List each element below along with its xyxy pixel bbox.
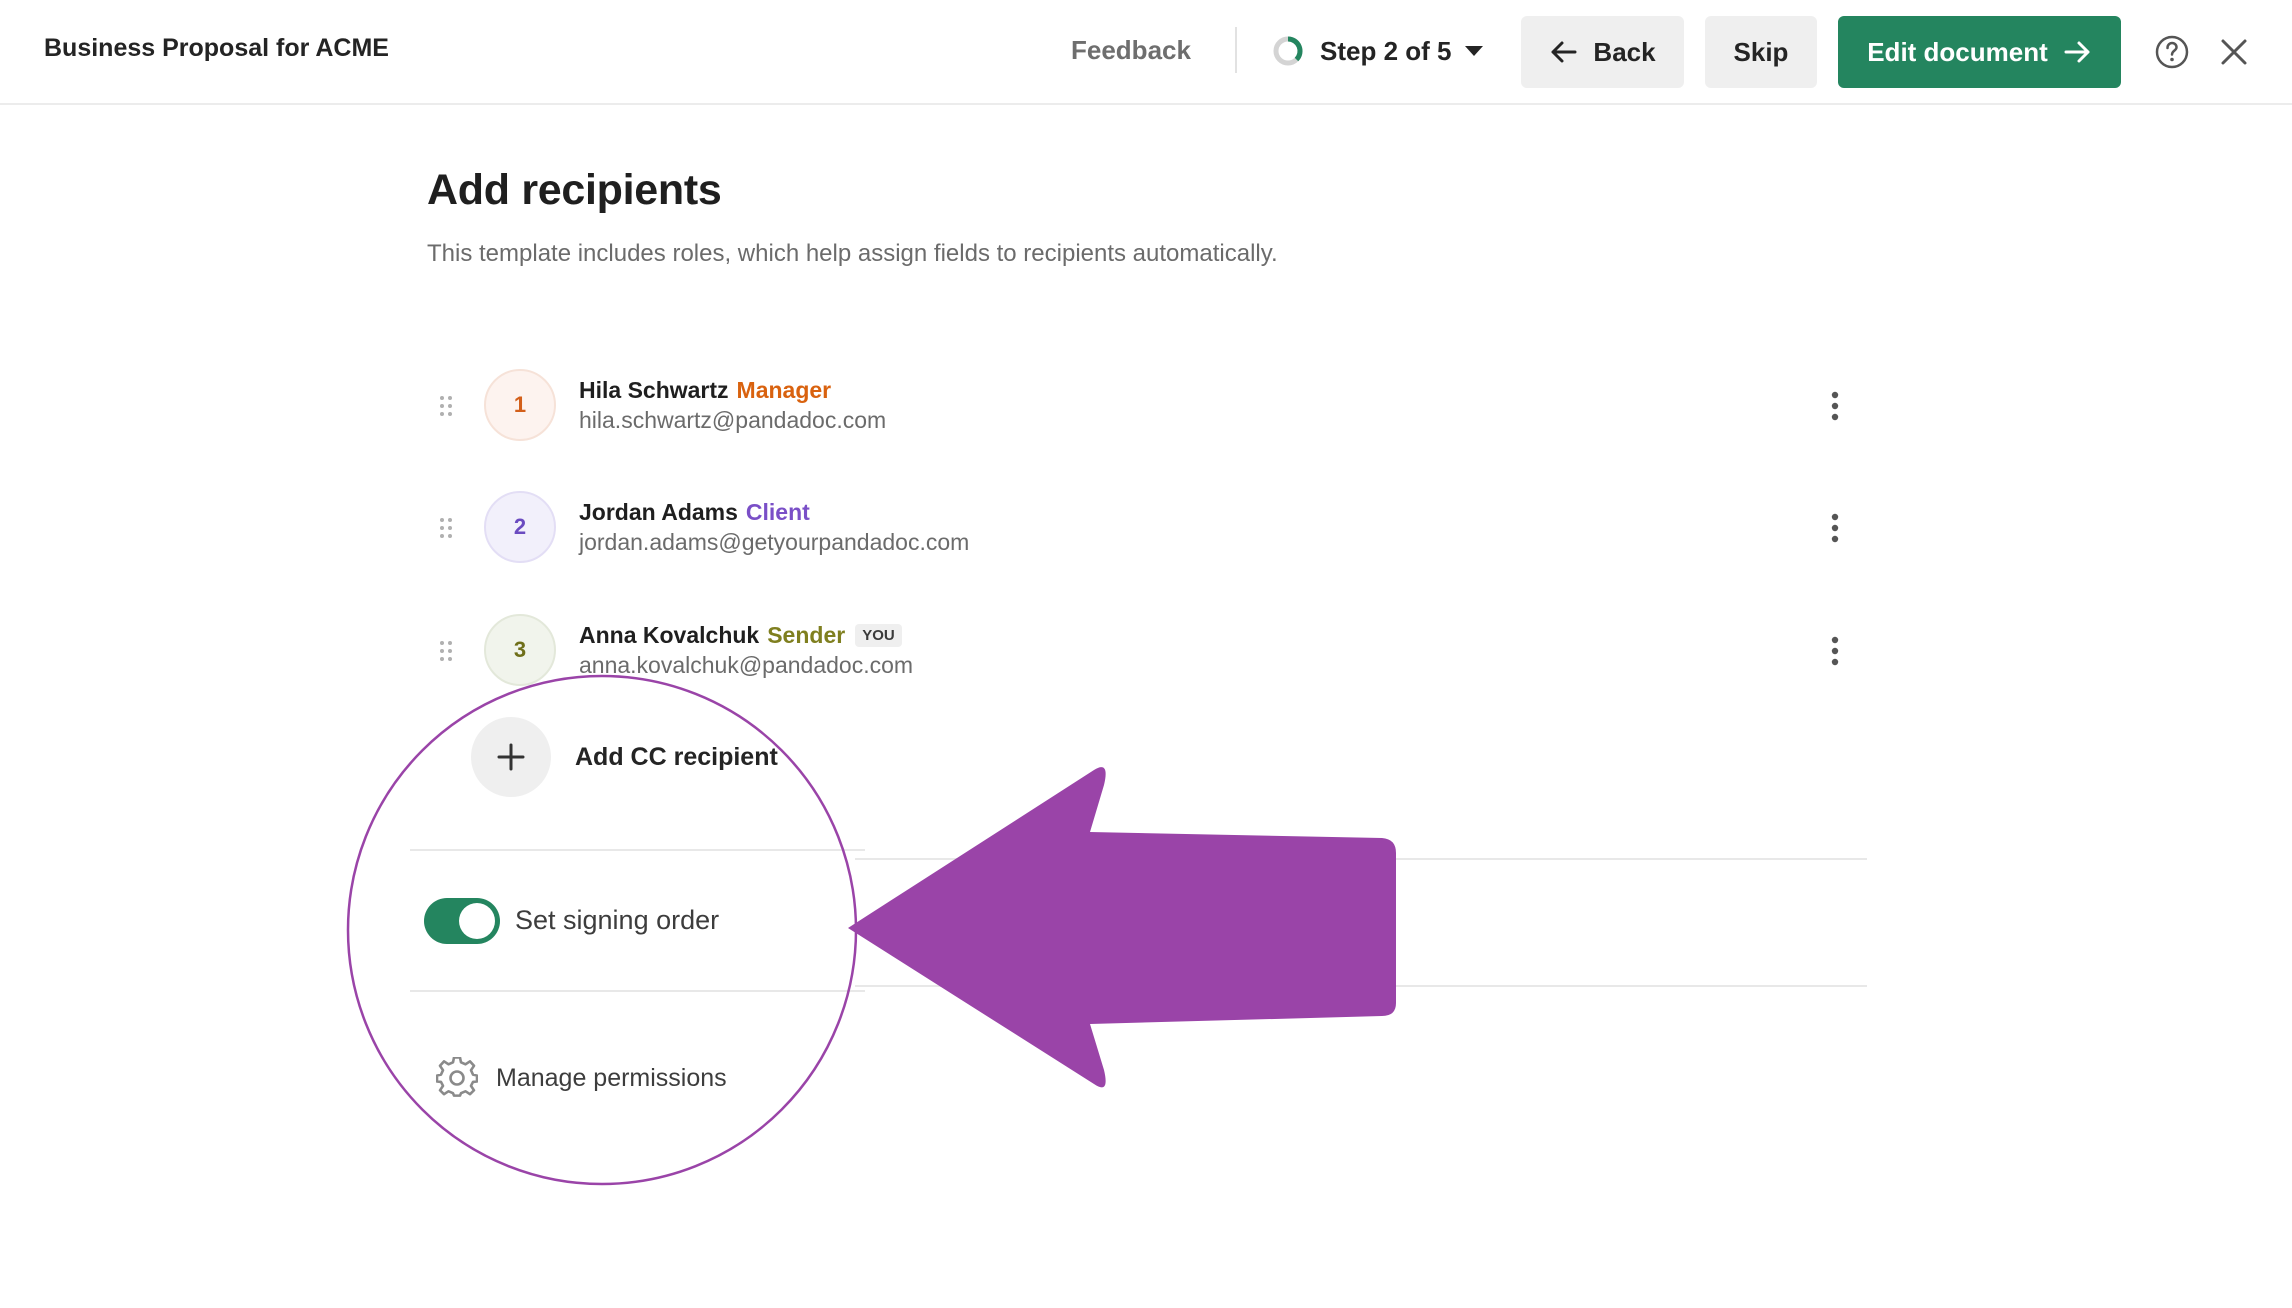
recipient-name-line: Jordan Adams Client: [579, 499, 810, 526]
step-dropdown[interactable]: Step 2 of 5: [1272, 34, 1484, 68]
add-cc-label: Add CC recipient: [575, 742, 778, 771]
skip-button-label: Skip: [1733, 36, 1789, 67]
recipient-name-line: Anna Kovalchuk Sender YOU: [579, 622, 902, 649]
skip-button[interactable]: Skip: [1705, 16, 1817, 88]
close-icon[interactable]: [2220, 38, 2248, 66]
edit-document-button[interactable]: Edit document: [1838, 16, 2121, 88]
kebab-menu-icon[interactable]: [1829, 513, 1841, 543]
recipient-role: Client: [745, 499, 810, 525]
feedback-link[interactable]: Feedback: [1071, 35, 1191, 66]
recipient-row: 1 Hila Schwartz Manager hila.schwartz@pan…: [427, 369, 1867, 449]
drag-handle-icon[interactable]: [439, 640, 453, 662]
page-subtitle: This template includes roles, which help…: [427, 240, 1278, 267]
page-title: Add recipients: [427, 166, 722, 214]
recipient-order-badge: 1: [484, 369, 556, 441]
arrow-left-icon: [1551, 41, 1577, 63]
drag-handle-icon[interactable]: [439, 517, 453, 539]
kebab-menu-icon[interactable]: [1829, 391, 1841, 421]
recipient-email: jordan.adams@getyourpandadoc.com: [579, 529, 970, 555]
back-button-label: Back: [1593, 36, 1656, 67]
divider: [410, 849, 865, 851]
recipient-email: hila.schwartz@pandadoc.com: [579, 407, 887, 433]
kebab-menu-icon[interactable]: [1829, 636, 1841, 666]
divider: [410, 990, 865, 992]
progress-ring-icon: [1273, 36, 1303, 66]
recipient-name: Anna Kovalchuk: [579, 622, 760, 648]
divider: [855, 858, 1867, 860]
recipient-row: 3 Anna Kovalchuk Sender YOU anna.kovalchuk…: [427, 614, 1867, 694]
header-divider: [1235, 27, 1237, 73]
drag-handle-icon[interactable]: [439, 395, 453, 417]
add-cc-recipient-button[interactable]: Add CC recipient: [471, 717, 778, 797]
recipient-email: anna.kovalchuk@pandadoc.com: [579, 652, 914, 678]
document-title: Business Proposal for ACME: [44, 34, 389, 62]
recipient-name-line: Hila Schwartz Manager: [579, 377, 831, 404]
recipient-row: 2 Jordan Adams Client jordan.adams@getyou…: [427, 491, 1867, 571]
annotation-arrow: [848, 767, 1396, 1088]
back-button[interactable]: Back: [1521, 16, 1684, 88]
question-circle-icon[interactable]: [2155, 35, 2189, 69]
top-bar: Business Proposal for ACME Feedback Step…: [0, 0, 2292, 105]
chevron-down-icon: [1465, 46, 1484, 56]
plus-icon: [497, 743, 525, 771]
signing-order-label: Set signing order: [515, 905, 720, 935]
arrow-right-icon: [2064, 41, 2090, 63]
you-badge: YOU: [855, 624, 902, 647]
signing-order-toggle[interactable]: [424, 898, 500, 944]
recipient-order-badge: 3: [484, 614, 556, 686]
step-label: Step 2 of 5: [1320, 35, 1452, 66]
edit-document-label: Edit document: [1867, 36, 2048, 67]
manage-permissions-link[interactable]: Manage permissions: [496, 1064, 727, 1093]
gear-icon[interactable]: [436, 1057, 478, 1099]
recipient-name: Hila Schwartz: [579, 377, 729, 403]
add-cc-circle: [471, 717, 551, 797]
divider: [855, 985, 1867, 987]
toggle-knob: [459, 903, 495, 939]
recipient-role: Manager: [736, 377, 832, 403]
recipient-order-badge: 2: [484, 491, 556, 563]
recipient-name: Jordan Adams: [579, 499, 738, 525]
recipient-role: Sender: [767, 622, 846, 648]
